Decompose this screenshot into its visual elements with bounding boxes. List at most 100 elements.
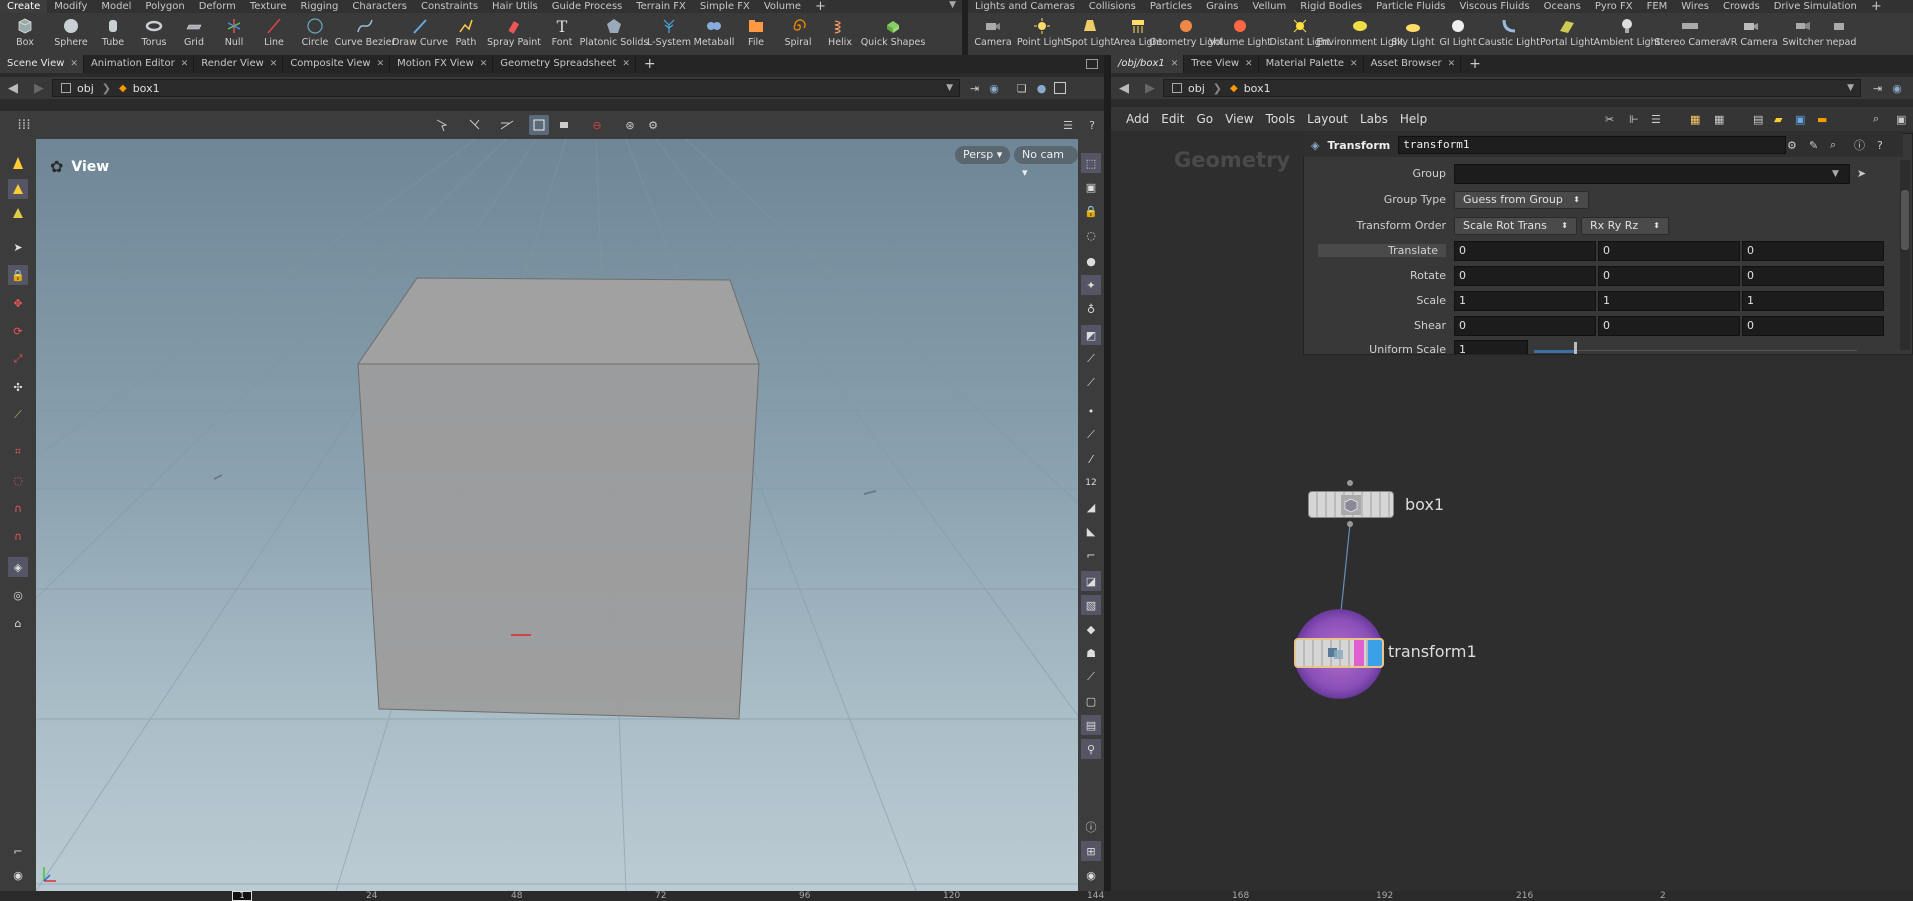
menu-labs[interactable]: Labs xyxy=(1354,112,1394,126)
menu-edit[interactable]: Edit xyxy=(1155,112,1190,126)
shelf-tab-grains[interactable]: Grains xyxy=(1199,0,1245,13)
display-flag-icon[interactable]: ▣ xyxy=(1896,113,1906,126)
table-icon[interactable]: ▦ xyxy=(1714,113,1724,126)
no-entry-icon[interactable]: ⊖ xyxy=(587,115,607,135)
tool-spot-light[interactable]: Spot Light xyxy=(1066,13,1114,57)
current-frame-marker[interactable]: 1 xyxy=(232,891,252,901)
path-segment-obj[interactable]: obj xyxy=(53,82,102,95)
info-icon[interactable]: ⓘ xyxy=(1854,137,1865,153)
shelf-tab-viscous-fluids[interactable]: Viscous Fluids xyxy=(1452,0,1536,13)
tool-environment-light[interactable]: Environment Light xyxy=(1316,13,1404,57)
back-arrow-icon[interactable]: ◀ xyxy=(1111,81,1137,96)
gear-icon[interactable]: ⚙ xyxy=(1787,139,1797,152)
right-path-field[interactable]: obj ❯ ◆ box1 ▼ xyxy=(1163,79,1861,97)
link-icon[interactable]: ◉ xyxy=(1892,82,1902,95)
shelf-tab-terrain-fx[interactable]: Terrain FX xyxy=(629,0,693,13)
dots-grid-icon[interactable]: ⁞⁞⁞ xyxy=(14,115,34,135)
box1-node[interactable] xyxy=(1308,491,1394,518)
tool-l-system[interactable]: L-System xyxy=(646,13,692,57)
pin-icon[interactable]: ⇥ xyxy=(970,82,979,95)
close-icon[interactable]: ✕ xyxy=(1350,55,1358,73)
shelf-tab-constraints[interactable]: Constraints xyxy=(414,0,485,13)
tool-quick-shapes[interactable]: Quick Shapes xyxy=(860,13,926,57)
group-type-menu[interactable]: Guess from Group ⬍ xyxy=(1454,190,1589,209)
rotate-z-field[interactable]: 0 xyxy=(1742,265,1884,286)
close-icon[interactable]: ✕ xyxy=(270,55,278,73)
guide-display-icon[interactable]: ⌐ xyxy=(1081,545,1101,565)
box1-node-label[interactable]: box1 xyxy=(1405,495,1444,514)
tab-animation-editor[interactable]: Animation Editor ✕ xyxy=(84,55,195,73)
light-icon[interactable]: ♁ xyxy=(1081,299,1101,319)
magnet-alt-icon[interactable]: ∩ xyxy=(8,526,28,546)
backface-icon[interactable]: ⟋ xyxy=(1081,349,1101,369)
scene-viewport[interactable]: ✿ View Persp ▾ No cam ▾ xyxy=(36,139,1078,891)
tool-box[interactable]: Box xyxy=(0,13,50,57)
maximize-icon[interactable] xyxy=(1054,82,1067,94)
scrollbar-thumb[interactable] xyxy=(1901,190,1909,250)
parms-icon[interactable]: ▤ xyxy=(1753,113,1763,126)
lights-icon[interactable]: ✦ xyxy=(1081,275,1101,295)
shelf-tab-particles[interactable]: Particles xyxy=(1143,0,1199,13)
background-icon[interactable]: ▧ xyxy=(1081,595,1101,615)
shear-y-field[interactable]: 0 xyxy=(1598,315,1740,336)
tab-geometry-spreadsheet[interactable]: Geometry Spreadsheet ✕ xyxy=(493,55,636,73)
flipbook-icon[interactable]: ◎ xyxy=(8,585,28,605)
path-dropdown-icon[interactable]: ▼ xyxy=(946,83,953,93)
shelf-tab-fem[interactable]: FEM xyxy=(1640,0,1675,13)
tab-scene-view[interactable]: Scene View ✕ xyxy=(0,55,84,73)
tab-material-palette[interactable]: Material Palette ✕ xyxy=(1259,55,1364,73)
tool-metaball[interactable]: Metaball xyxy=(692,13,736,57)
shelf-tab-polygon[interactable]: Polygon xyxy=(138,0,191,13)
tool-grid[interactable]: Grid xyxy=(174,13,214,57)
shelf-tab-pyro-fx[interactable]: Pyro FX xyxy=(1588,0,1640,13)
group-field[interactable] xyxy=(1454,163,1850,184)
forward-arrow-icon[interactable]: ▶ xyxy=(26,81,52,96)
tool-sphere[interactable]: Sphere xyxy=(50,13,92,57)
shelf-tab-vellum[interactable]: Vellum xyxy=(1245,0,1293,13)
shelf-tab-hair-utils[interactable]: Hair Utils xyxy=(485,0,545,13)
move-tool-icon[interactable]: ✥ xyxy=(8,293,28,313)
tool-draw-curve[interactable]: Draw Curve xyxy=(392,13,448,57)
tab-composite-view[interactable]: Composite View ✕ xyxy=(283,55,391,73)
path-dropdown-icon[interactable]: ▼ xyxy=(1847,83,1854,93)
select-mode-icon[interactable] xyxy=(432,115,452,135)
shear-z-field[interactable]: 0 xyxy=(1742,315,1884,336)
tool-stereo-camera[interactable]: Stereo Camera xyxy=(1654,13,1726,57)
quad-view-icon[interactable]: ⊞ xyxy=(1081,841,1101,861)
menu-go[interactable]: Go xyxy=(1190,112,1219,126)
list-icon[interactable]: ☰ xyxy=(1651,113,1661,126)
shelf-tab-deform[interactable]: Deform xyxy=(192,0,243,13)
tab-motion-fx-view[interactable]: Motion FX View ✕ xyxy=(390,55,494,73)
slider-handle[interactable] xyxy=(1574,342,1577,354)
wrench-icon[interactable]: ✂ xyxy=(1605,113,1614,126)
menu-tools[interactable]: Tools xyxy=(1260,112,1302,126)
shelf-tab-characters[interactable]: Characters xyxy=(345,0,414,13)
path-segment-obj[interactable]: obj xyxy=(1164,82,1213,95)
node-name-field[interactable]: transform1 xyxy=(1398,136,1787,154)
tool-path[interactable]: Path xyxy=(446,13,486,57)
tool-area-light[interactable]: Area Light xyxy=(1114,13,1162,57)
tool-curve-bezier[interactable]: Curve Bezier xyxy=(335,13,395,57)
tool-circle[interactable]: Circle xyxy=(294,13,336,57)
shelf-tab-lights-cameras[interactable]: Lights and Cameras xyxy=(968,0,1082,13)
tool-tube[interactable]: Tube xyxy=(92,13,134,57)
parameter-scrollbar[interactable] xyxy=(1900,160,1910,350)
tool-null[interactable]: Null xyxy=(214,13,254,57)
left-path-field[interactable]: obj ❯ ◆ box1 ▼ xyxy=(52,79,960,97)
help-icon[interactable]: ? xyxy=(1877,139,1883,152)
transform-tool-icon[interactable]: ✣ xyxy=(8,377,28,397)
menu-view[interactable]: View xyxy=(1219,112,1259,126)
close-icon[interactable]: ✕ xyxy=(70,55,78,73)
brush-icon[interactable]: ✎ xyxy=(1809,139,1818,152)
tab-render-view[interactable]: Render View ✕ xyxy=(194,55,284,73)
shelf-tab-guide-process[interactable]: Guide Process xyxy=(545,0,629,13)
uniform-scale-field[interactable]: 1 xyxy=(1454,340,1528,354)
tool-file[interactable]: File xyxy=(736,13,776,57)
display-wireframe-icon[interactable]: ⬚ xyxy=(1081,153,1101,173)
info-icon[interactable]: ⓘ xyxy=(1081,817,1101,837)
view-tool-icon[interactable] xyxy=(8,179,28,199)
shear-x-field[interactable]: 0 xyxy=(1454,315,1596,336)
pose-tool-icon[interactable] xyxy=(8,203,28,223)
camera-view-icon[interactable]: ▤ xyxy=(1081,715,1101,735)
tree-icon[interactable]: ⊩ xyxy=(1629,113,1639,126)
